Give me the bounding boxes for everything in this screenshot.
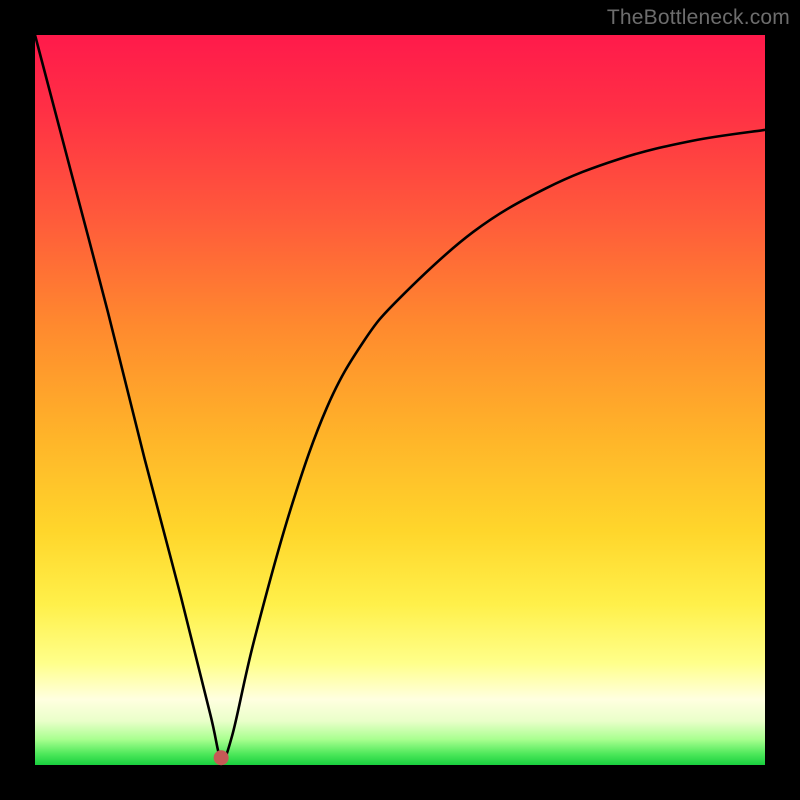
minimum-marker [214,751,228,765]
plot-area [35,35,765,765]
curve-svg [35,35,765,765]
bottleneck-curve-path [35,35,765,759]
chart-frame: TheBottleneck.com [0,0,800,800]
watermark-text: TheBottleneck.com [607,6,790,30]
